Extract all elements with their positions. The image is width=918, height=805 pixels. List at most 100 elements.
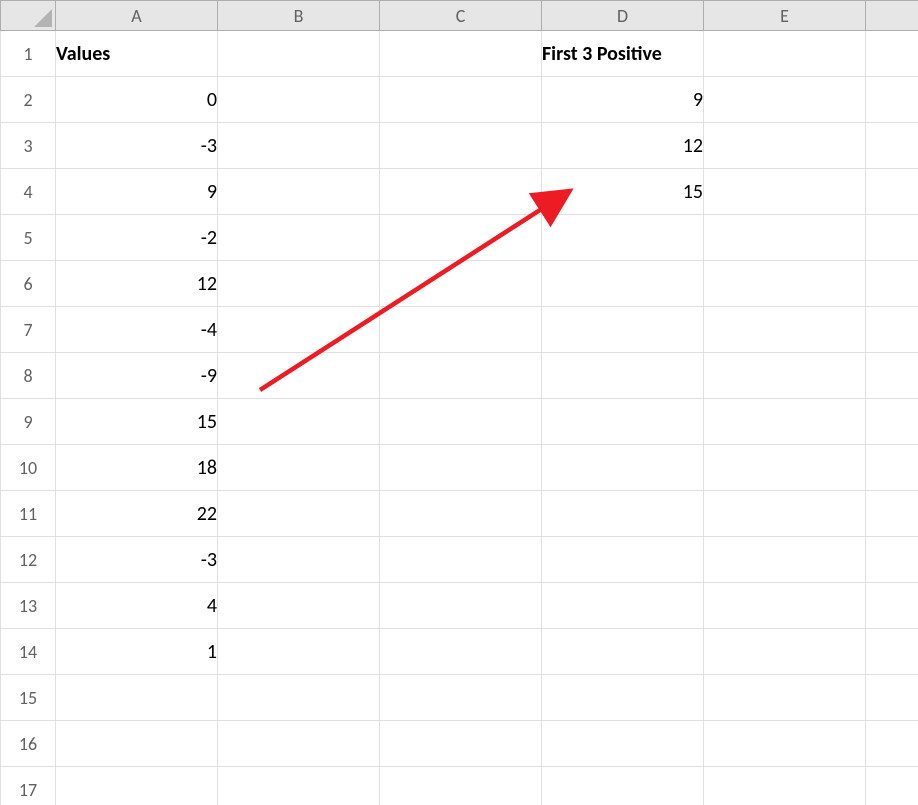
- cell-F5[interactable]: [866, 215, 918, 261]
- cell-F7[interactable]: [866, 307, 918, 353]
- cell-E10[interactable]: [704, 445, 866, 491]
- cell-C1[interactable]: [380, 31, 542, 77]
- cell-A17[interactable]: [56, 767, 218, 805]
- cell-D6[interactable]: [542, 261, 704, 307]
- col-header-A[interactable]: A: [56, 1, 218, 31]
- cell-B11[interactable]: [218, 491, 380, 537]
- cell-C4[interactable]: [380, 169, 542, 215]
- cell-A14[interactable]: 1: [56, 629, 218, 675]
- row-header-15[interactable]: 15: [1, 675, 56, 721]
- col-header-partial[interactable]: [866, 1, 918, 31]
- cell-D7[interactable]: [542, 307, 704, 353]
- cell-E4[interactable]: [704, 169, 866, 215]
- cell-F15[interactable]: [866, 675, 918, 721]
- cell-A4[interactable]: 9: [56, 169, 218, 215]
- cell-C9[interactable]: [380, 399, 542, 445]
- cell-A12[interactable]: -3: [56, 537, 218, 583]
- cell-C6[interactable]: [380, 261, 542, 307]
- cell-F2[interactable]: [866, 77, 918, 123]
- cell-D8[interactable]: [542, 353, 704, 399]
- cell-D15[interactable]: [542, 675, 704, 721]
- cell-B3[interactable]: [218, 123, 380, 169]
- row-header-7[interactable]: 7: [1, 307, 56, 353]
- cell-A3[interactable]: -3: [56, 123, 218, 169]
- row-header-3[interactable]: 3: [1, 123, 56, 169]
- row-header-1[interactable]: 1: [1, 31, 56, 77]
- cell-F10[interactable]: [866, 445, 918, 491]
- cell-E8[interactable]: [704, 353, 866, 399]
- cell-B17[interactable]: [218, 767, 380, 805]
- cell-A10[interactable]: 18: [56, 445, 218, 491]
- cell-C10[interactable]: [380, 445, 542, 491]
- cell-E11[interactable]: [704, 491, 866, 537]
- cell-B2[interactable]: [218, 77, 380, 123]
- cell-D14[interactable]: [542, 629, 704, 675]
- cell-F3[interactable]: [866, 123, 918, 169]
- cell-D3[interactable]: 12: [542, 123, 704, 169]
- row-header-16[interactable]: 16: [1, 721, 56, 767]
- cell-A7[interactable]: -4: [56, 307, 218, 353]
- cell-D12[interactable]: [542, 537, 704, 583]
- cell-C14[interactable]: [380, 629, 542, 675]
- cell-F12[interactable]: [866, 537, 918, 583]
- row-header-2[interactable]: 2: [1, 77, 56, 123]
- cell-E3[interactable]: [704, 123, 866, 169]
- cell-A6[interactable]: 12: [56, 261, 218, 307]
- cell-E14[interactable]: [704, 629, 866, 675]
- cell-F13[interactable]: [866, 583, 918, 629]
- cell-F17[interactable]: [866, 767, 918, 805]
- cell-D10[interactable]: [542, 445, 704, 491]
- cell-D13[interactable]: [542, 583, 704, 629]
- cell-E2[interactable]: [704, 77, 866, 123]
- cell-F9[interactable]: [866, 399, 918, 445]
- cell-E12[interactable]: [704, 537, 866, 583]
- cell-C5[interactable]: [380, 215, 542, 261]
- cell-E17[interactable]: [704, 767, 866, 805]
- cell-E1[interactable]: [704, 31, 866, 77]
- col-header-C[interactable]: C: [380, 1, 542, 31]
- cell-C16[interactable]: [380, 721, 542, 767]
- cell-A15[interactable]: [56, 675, 218, 721]
- cell-B8[interactable]: [218, 353, 380, 399]
- cell-D5[interactable]: [542, 215, 704, 261]
- cell-F4[interactable]: [866, 169, 918, 215]
- cell-B5[interactable]: [218, 215, 380, 261]
- row-header-6[interactable]: 6: [1, 261, 56, 307]
- cell-C17[interactable]: [380, 767, 542, 805]
- cell-B9[interactable]: [218, 399, 380, 445]
- row-header-13[interactable]: 13: [1, 583, 56, 629]
- col-header-E[interactable]: E: [704, 1, 866, 31]
- cell-D1[interactable]: First 3 Positive: [542, 31, 704, 77]
- cell-A5[interactable]: -2: [56, 215, 218, 261]
- row-header-14[interactable]: 14: [1, 629, 56, 675]
- cell-B15[interactable]: [218, 675, 380, 721]
- cell-B12[interactable]: [218, 537, 380, 583]
- select-all-corner[interactable]: [1, 1, 56, 31]
- cell-D9[interactable]: [542, 399, 704, 445]
- cell-C8[interactable]: [380, 353, 542, 399]
- row-header-11[interactable]: 11: [1, 491, 56, 537]
- cell-B14[interactable]: [218, 629, 380, 675]
- cell-D16[interactable]: [542, 721, 704, 767]
- row-header-9[interactable]: 9: [1, 399, 56, 445]
- cell-B7[interactable]: [218, 307, 380, 353]
- cell-F14[interactable]: [866, 629, 918, 675]
- cell-C11[interactable]: [380, 491, 542, 537]
- cell-D11[interactable]: [542, 491, 704, 537]
- cell-B4[interactable]: [218, 169, 380, 215]
- cell-A16[interactable]: [56, 721, 218, 767]
- row-header-17[interactable]: 17: [1, 767, 56, 805]
- cell-E13[interactable]: [704, 583, 866, 629]
- cell-E7[interactable]: [704, 307, 866, 353]
- spreadsheet-grid[interactable]: A B C D E 1 Values First 3 Positive 2 0 …: [0, 0, 918, 805]
- cell-F8[interactable]: [866, 353, 918, 399]
- cell-A9[interactable]: 15: [56, 399, 218, 445]
- cell-A13[interactable]: 4: [56, 583, 218, 629]
- row-header-4[interactable]: 4: [1, 169, 56, 215]
- col-header-D[interactable]: D: [542, 1, 704, 31]
- cell-B10[interactable]: [218, 445, 380, 491]
- cell-A11[interactable]: 22: [56, 491, 218, 537]
- cell-F11[interactable]: [866, 491, 918, 537]
- cell-B13[interactable]: [218, 583, 380, 629]
- cell-A1[interactable]: Values: [56, 31, 218, 77]
